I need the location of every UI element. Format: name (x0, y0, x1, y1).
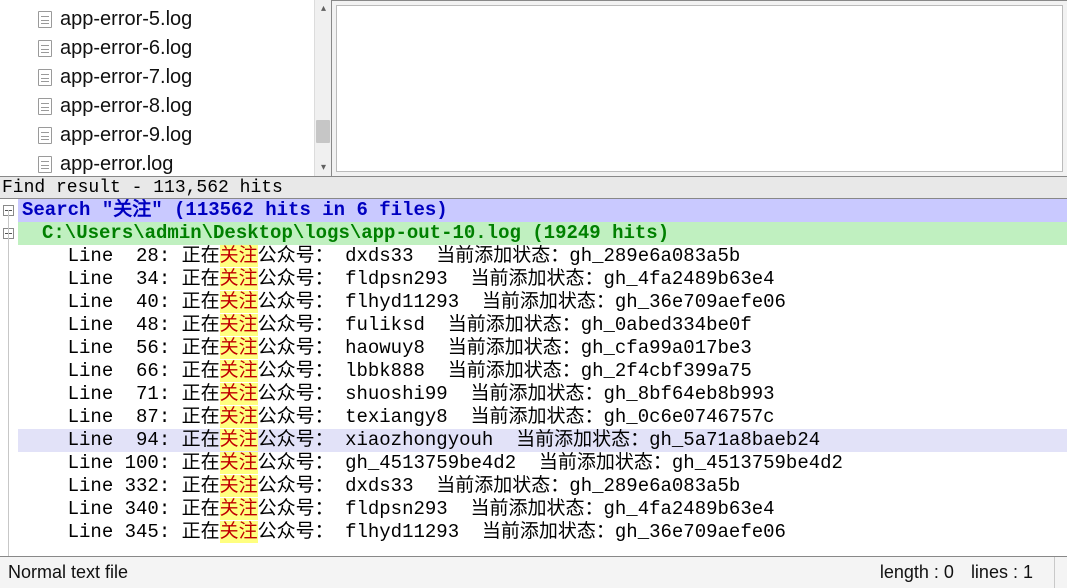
result-hit-line[interactable]: Line 340: 正在关注公众号： fldpsn293 当前添加状态：gh_4… (18, 498, 1067, 521)
result-hit-line[interactable]: Line 71: 正在关注公众号： shuoshi99 当前添加状态：gh_8b… (18, 383, 1067, 406)
result-hit-line[interactable]: Line 94: 正在关注公众号： xiaozhongyouh 当前添加状态：g… (18, 429, 1067, 452)
tree-item-label: app-error-8.log (60, 92, 192, 121)
status-length-label: length : (880, 562, 939, 583)
file-tree-scrollbar[interactable]: ▴ ▾ (314, 0, 331, 176)
file-icon (38, 98, 52, 115)
editor-pane[interactable] (332, 0, 1067, 176)
scroll-down-icon[interactable]: ▾ (315, 159, 332, 176)
scroll-thumb[interactable] (316, 120, 330, 143)
result-hit-line[interactable]: Line 100: 正在关注公众号： gh_4513759be4d2 当前添加状… (18, 452, 1067, 475)
result-hit-line[interactable]: Line 40: 正在关注公众号： flhyd11293 当前添加状态：gh_3… (18, 291, 1067, 314)
find-result-panel[interactable]: Search "关注" (113562 hits in 6 files) C:\… (0, 199, 1067, 556)
file-icon (38, 69, 52, 86)
tree-item-label: app-error-9.log (60, 121, 192, 150)
top-split: app-error-4.logapp-error-5.logapp-error-… (0, 0, 1067, 177)
result-hit-line[interactable]: Line 34: 正在关注公众号： fldpsn293 当前添加状态：gh_4f… (18, 268, 1067, 291)
tree-item-label: app-error-7.log (60, 63, 192, 92)
status-bar: Normal text file length : 0 lines : 1 (0, 556, 1067, 588)
status-lines-label: lines : (971, 562, 1018, 583)
result-lines: Search "关注" (113562 hits in 6 files) C:\… (18, 199, 1067, 544)
file-summary-line[interactable]: C:\Users\admin\Desktop\logs\app-out-10.l… (18, 222, 1067, 245)
result-hit-line[interactable]: Line 87: 正在关注公众号： texiangy8 当前添加状态：gh_0c… (18, 406, 1067, 429)
tree-item-label: app-error-5.log (60, 5, 192, 34)
file-icon (38, 127, 52, 144)
tree-item[interactable]: app-error-7.log (38, 63, 331, 92)
status-lines-value: 1 (1023, 562, 1033, 583)
file-icon (38, 40, 52, 57)
result-hit-line[interactable]: Line 345: 正在关注公众号： flhyd11293 当前添加状态：gh_… (18, 521, 1067, 544)
tree-item[interactable]: app-error.log (38, 150, 331, 179)
result-hit-line[interactable]: Line 332: 正在关注公众号： dxds33 当前添加状态：gh_289e… (18, 475, 1067, 498)
status-length: length : 0 (872, 557, 963, 588)
result-hit-line[interactable]: Line 56: 正在关注公众号： haowuy8 当前添加状态：gh_cfa9… (18, 337, 1067, 360)
fold-guide-line (8, 210, 9, 556)
tree-item-label: app-error-6.log (60, 34, 192, 63)
tree-item[interactable]: app-error-6.log (38, 34, 331, 63)
tree-item[interactable]: app-error-8.log (38, 92, 331, 121)
status-divider (1054, 557, 1055, 588)
result-hit-line[interactable]: Line 66: 正在关注公众号： lbbk888 当前添加状态：gh_2f4c… (18, 360, 1067, 383)
result-hit-line[interactable]: Line 48: 正在关注公众号： fuliksd 当前添加状态：gh_0abe… (18, 314, 1067, 337)
result-hit-line[interactable]: Line 28: 正在关注公众号： dxds33 当前添加状态：gh_289e6… (18, 245, 1067, 268)
file-tree-list: app-error-4.logapp-error-5.logapp-error-… (38, 0, 331, 179)
fold-gutter (0, 199, 18, 556)
file-icon (38, 156, 52, 173)
status-lines: lines : 1 (963, 557, 1042, 588)
file-icon (38, 11, 52, 28)
tree-item-label: app-error.log (60, 150, 173, 179)
scroll-up-icon[interactable]: ▴ (315, 0, 332, 17)
tree-item[interactable]: app-error-5.log (38, 5, 331, 34)
tree-item[interactable]: app-error-9.log (38, 121, 331, 150)
status-filetype: Normal text file (0, 557, 137, 588)
search-summary-line[interactable]: Search "关注" (113562 hits in 6 files) (18, 199, 1067, 222)
find-result-header: Find result - 113,562 hits (0, 177, 1067, 199)
file-tree-panel[interactable]: app-error-4.logapp-error-5.logapp-error-… (0, 0, 332, 176)
status-length-value: 0 (944, 562, 954, 583)
